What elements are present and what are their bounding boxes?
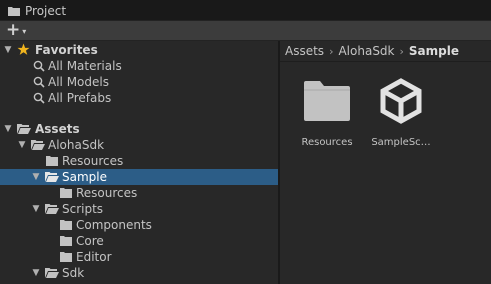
asset-item-label: Resources (301, 137, 353, 148)
folder-icon (60, 236, 72, 246)
project-tab[interactable]: Project (0, 0, 491, 21)
window-tab-bar: Project (0, 0, 491, 21)
tree-item-label: Resources (76, 186, 138, 200)
favorite-item-all-materials[interactable]: All Materials (0, 58, 278, 74)
folder-open-icon (45, 268, 59, 278)
tree-item-scripts[interactable]: ▼ Scripts (0, 201, 278, 217)
search-icon (33, 92, 45, 104)
expand-arrow-icon[interactable]: ▼ (31, 268, 41, 278)
tree-item-alohasdk[interactable]: ▼ AlohaSdk (0, 137, 278, 153)
expand-arrow-icon[interactable]: ▼ (3, 124, 13, 134)
breadcrumb-item-alohasdk[interactable]: AlohaSdk (338, 44, 394, 58)
plus-icon: + (6, 20, 21, 40)
expand-arrow-icon[interactable]: ▼ (31, 172, 41, 182)
tab-title: Project (25, 3, 67, 18)
tree-item-label: AlohaSdk (48, 138, 105, 152)
folder-icon (60, 188, 72, 198)
breadcrumb-item-assets[interactable]: Assets (285, 44, 324, 58)
tree-item-label: Editor (76, 250, 112, 264)
tree-item-label: Sample (62, 170, 107, 184)
tree-item-label: Assets (35, 122, 80, 136)
search-icon (33, 76, 45, 88)
breadcrumb-separator-icon: › (329, 44, 334, 58)
tree-item-label: Scripts (62, 202, 104, 216)
folder-open-icon (17, 124, 31, 134)
favorite-item-label: All Materials (48, 59, 122, 73)
asset-item-samplescene[interactable]: SampleSc… (366, 73, 436, 163)
folder-open-icon (31, 140, 45, 150)
folder-icon (60, 220, 72, 230)
tree-item-core[interactable]: Core (0, 233, 278, 249)
tree-item-label: Sdk (62, 266, 85, 280)
tree-item-sdk[interactable]: ▼ Sdk (0, 265, 278, 281)
expand-arrow-icon[interactable]: ▼ (3, 45, 13, 55)
asset-item-label: SampleSc… (371, 137, 431, 148)
expand-arrow-icon[interactable]: ▼ (31, 204, 41, 214)
favorites-header[interactable]: ▼ Favorites (0, 42, 278, 58)
tree-item-resources[interactable]: Resources (0, 153, 278, 169)
search-icon (33, 60, 45, 72)
tree-item-assets[interactable]: ▼ Assets (0, 121, 278, 137)
asset-browser: Assets › AlohaSdk › Sample Resources Sam… (280, 41, 491, 284)
asset-item-resources[interactable]: Resources (292, 73, 362, 163)
breadcrumb: Assets › AlohaSdk › Sample (280, 41, 491, 62)
favorite-item-label: All Prefabs (48, 91, 112, 105)
folder-icon (8, 6, 20, 16)
tree-item-label: Components (76, 218, 152, 232)
create-dropdown-button[interactable]: + ▾ (4, 22, 34, 39)
tree-item-sample[interactable]: ▼ Sample (0, 169, 278, 185)
tree-item-editor[interactable]: Editor (0, 249, 278, 265)
folder-open-icon (45, 172, 59, 182)
folder-icon (304, 81, 350, 121)
tree-item-label: Core (76, 234, 104, 248)
project-toolbar: + ▾ (0, 21, 491, 41)
folder-icon (46, 156, 58, 166)
unity-scene-icon (380, 78, 422, 124)
folder-tree: ▼ Favorites All Materials All Models All… (0, 41, 278, 284)
tree-item-label: Resources (62, 154, 124, 168)
breadcrumb-separator-icon: › (399, 44, 404, 58)
folder-open-icon (45, 204, 59, 214)
star-icon (17, 43, 30, 55)
tree-item-sample-resources[interactable]: Resources (0, 185, 278, 201)
tree-item-components[interactable]: Components (0, 217, 278, 233)
folder-icon (60, 252, 72, 262)
favorite-item-all-prefabs[interactable]: All Prefabs (0, 90, 278, 106)
breadcrumb-item-sample[interactable]: Sample (409, 44, 459, 58)
favorites-label: Favorites (35, 43, 98, 57)
favorite-item-label: All Models (48, 75, 109, 89)
chevron-down-icon: ▾ (22, 27, 27, 36)
expand-arrow-icon[interactable]: ▼ (17, 140, 27, 150)
favorite-item-all-models[interactable]: All Models (0, 74, 278, 90)
